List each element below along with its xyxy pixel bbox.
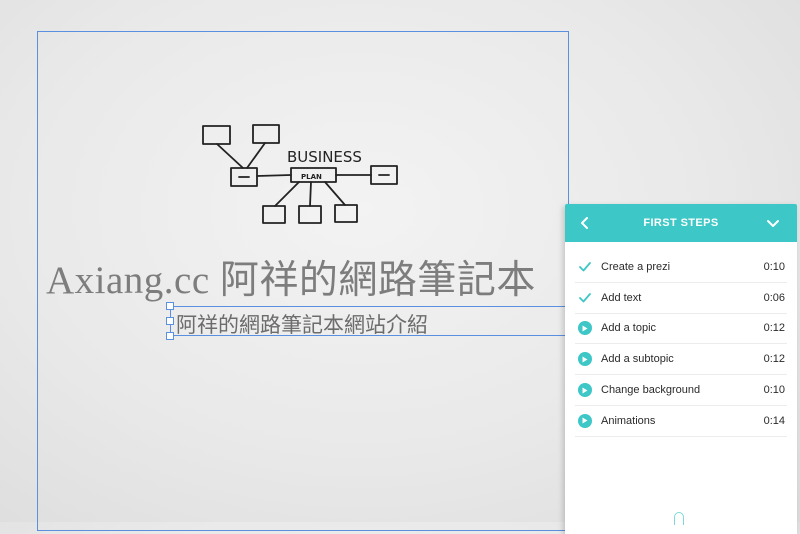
chevron-left-icon: [581, 217, 588, 229]
step-label: Add a topic: [601, 322, 657, 335]
sketch-box-top-right: [252, 124, 280, 144]
sketch-box-top-left: [202, 125, 231, 145]
play-icon: [577, 413, 593, 429]
prezi-subtitle-text[interactable]: 阿祥的網路筆記本網站介紹: [176, 309, 428, 339]
business-plan-sketch[interactable]: BUSINESS PLAN: [195, 118, 410, 230]
sketch-box-bottom-left: [262, 205, 286, 224]
step-duration: 0:14: [763, 414, 785, 427]
step-duration: 0:12: [763, 322, 785, 335]
panel-collapse-button[interactable]: [763, 213, 783, 233]
sketch-text-business: BUSINESS: [287, 148, 362, 166]
step-duration: 0:10: [763, 384, 785, 397]
sketch-box-bottom-right: [334, 204, 358, 223]
step-item-add-subtopic[interactable]: Add a subtopic 0:12: [575, 344, 787, 376]
step-label: Add text: [601, 291, 642, 304]
scroll-indicator-icon: [674, 512, 684, 525]
step-duration: 0:06: [763, 291, 785, 304]
step-item-add-topic[interactable]: Add a topic 0:12: [575, 314, 787, 345]
checkmark-icon: [577, 259, 593, 275]
step-label: Create a prezi: [601, 260, 671, 273]
checkmark-icon: [577, 290, 593, 306]
step-label: Add a subtopic: [601, 353, 674, 366]
step-duration: 0:10: [763, 260, 785, 273]
sketch-text-plan: PLAN: [301, 173, 322, 181]
resize-handle-top-left[interactable]: [166, 302, 174, 310]
steps-list: Create a prezi 0:10 Add text 0:06 Add a …: [565, 252, 797, 437]
step-duration: 0:12: [763, 353, 785, 366]
first-steps-panel: FIRST STEPS Create a prezi 0:10 Add text…: [565, 204, 797, 534]
play-icon: [577, 382, 593, 398]
panel-header: FIRST STEPS: [565, 204, 797, 242]
step-item-animations[interactable]: Animations 0:14: [575, 406, 787, 437]
panel-title: FIRST STEPS: [643, 217, 719, 229]
play-icon: [577, 320, 593, 336]
resize-handle-mid-left[interactable]: [166, 317, 174, 325]
resize-handle-bottom-left[interactable]: [166, 332, 174, 340]
sketch-box-bottom-mid: [298, 205, 322, 224]
step-item-add-text[interactable]: Add text 0:06: [575, 283, 787, 314]
step-item-create-prezi[interactable]: Create a prezi 0:10: [575, 252, 787, 283]
panel-back-button[interactable]: [575, 213, 595, 233]
prezi-title-text[interactable]: Axiang.cc 阿祥的網路筆記本: [46, 249, 536, 305]
step-label: Animations: [601, 414, 656, 427]
play-icon: [577, 351, 593, 367]
step-item-change-background[interactable]: Change background 0:10: [575, 375, 787, 406]
chevron-down-icon: [767, 220, 779, 227]
step-label: Change background: [601, 384, 701, 397]
